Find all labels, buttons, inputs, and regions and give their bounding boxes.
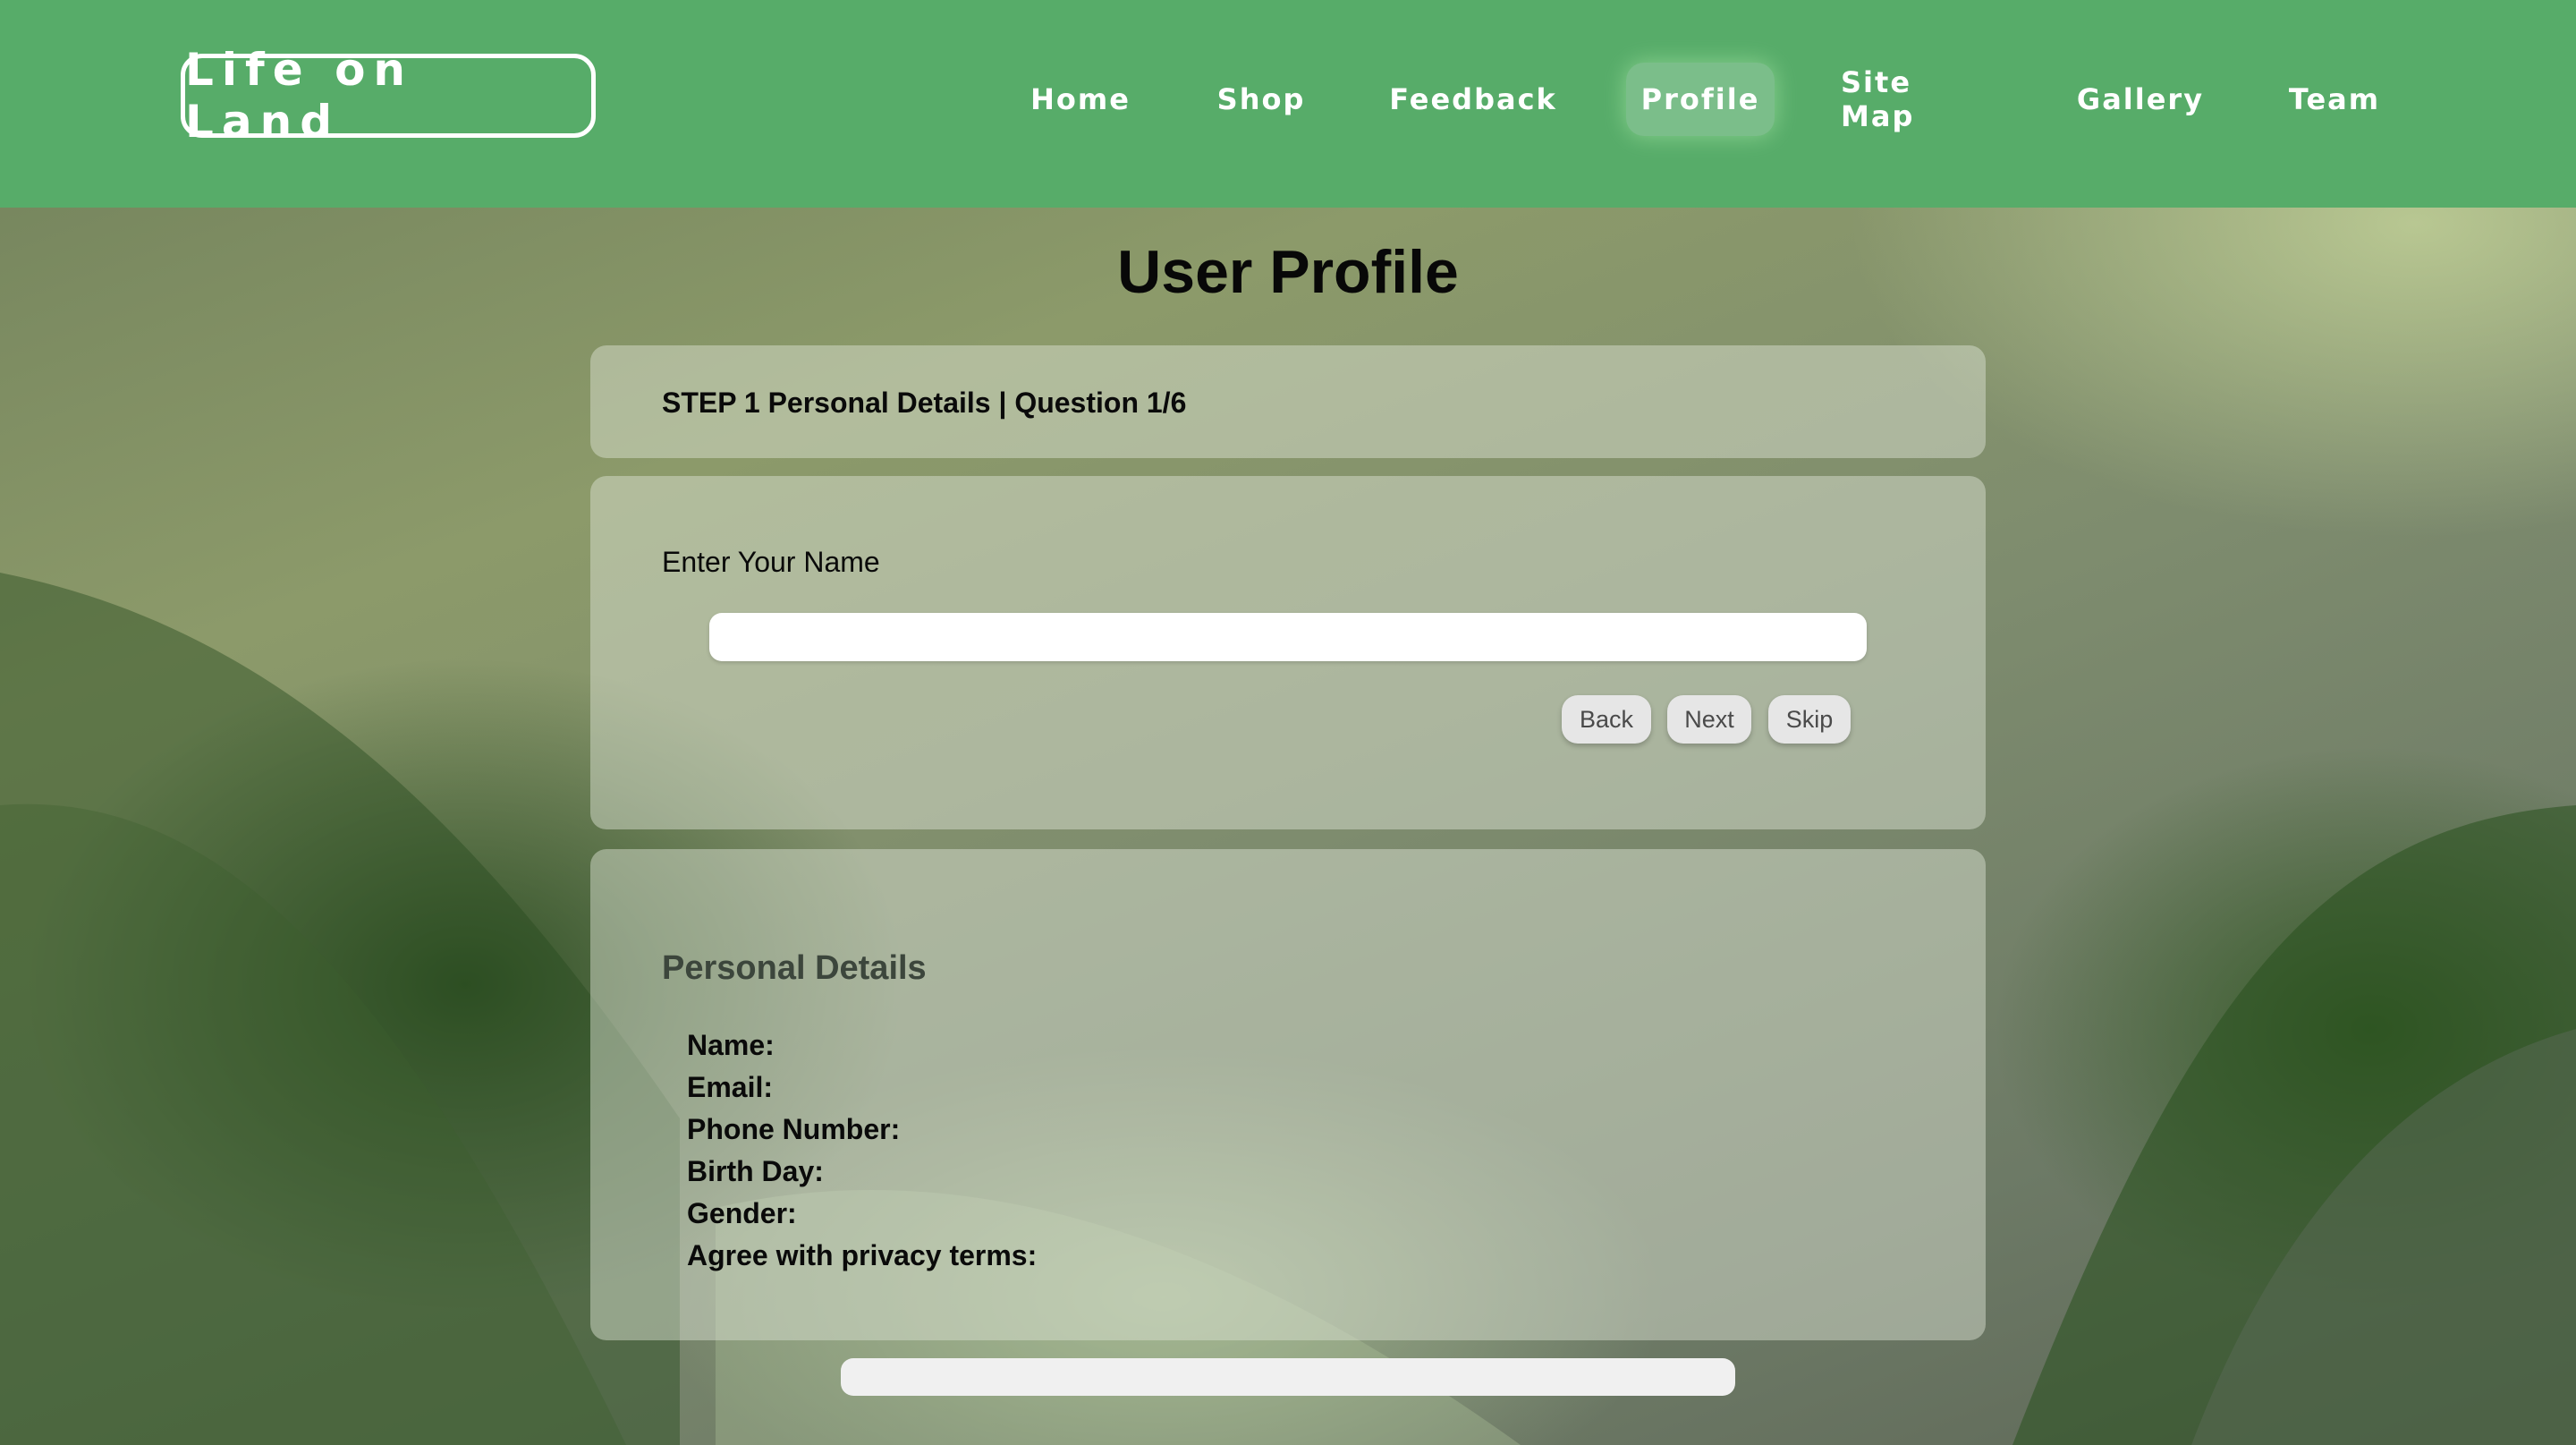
bottom-bar[interactable] [841, 1358, 1735, 1396]
detail-email: Email: [687, 1071, 774, 1103]
next-button[interactable]: Next [1667, 695, 1751, 744]
nav-gallery[interactable]: Gallery [2073, 63, 2207, 136]
back-button[interactable]: Back [1562, 695, 1651, 744]
page-title: User Profile [1117, 238, 1459, 306]
step-indicator: STEP 1 Personal Details | Question 1/6 [662, 387, 1187, 419]
details-panel: Personal Details Name: Email: Phone Numb… [590, 849, 1986, 1340]
question-label: Enter Your Name [662, 546, 880, 578]
site-header: Life on Land Home Shop Feedback Profile … [0, 0, 2576, 208]
site-logo[interactable]: Life on Land [181, 44, 596, 148]
nav-feedback[interactable]: Feedback [1388, 63, 1558, 136]
nav-shop[interactable]: Shop [1209, 63, 1313, 136]
details-heading: Personal Details [662, 949, 927, 987]
question-panel: Enter Your Name Back Next Skip [590, 476, 1986, 829]
detail-name: Name: [687, 1029, 775, 1061]
detail-birth-day: Birth Day: [687, 1155, 824, 1187]
nav-home[interactable]: Home [1021, 63, 1140, 136]
detail-gender: Gender: [687, 1197, 797, 1229]
details-list: Name: Email: Phone Number: Birth Day: Ge… [687, 1024, 1037, 1277]
nav-team[interactable]: Team [2286, 63, 2383, 136]
nav-profile[interactable]: Profile [1626, 63, 1775, 136]
nav-site-map[interactable]: Site Map [1841, 63, 1996, 136]
step-panel: STEP 1 Personal Details | Question 1/6 [590, 345, 1986, 458]
detail-phone-number: Phone Number: [687, 1113, 901, 1145]
skip-button[interactable]: Skip [1768, 695, 1851, 744]
name-input[interactable] [709, 613, 1867, 661]
detail-privacy-terms: Agree with privacy terms: [687, 1239, 1038, 1271]
